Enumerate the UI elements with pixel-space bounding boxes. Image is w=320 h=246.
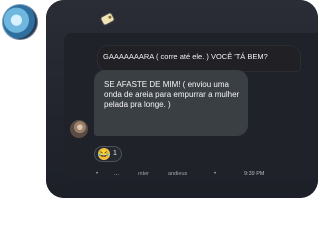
incoming-avatar <box>70 120 88 138</box>
message-time: 9:39 PM <box>244 171 265 177</box>
meta-dot: • <box>96 171 99 177</box>
message-meta-bar: • ... ınter andieus • 9:39 PM <box>96 169 294 179</box>
reaction-chip[interactable]: 😂 1 <box>94 146 122 162</box>
meta-separator: • <box>214 171 217 177</box>
reaction-count: 1 <box>113 150 117 157</box>
incoming-message-text: SE AFASTE DE MIM! ( enviou uma onda de a… <box>104 80 240 109</box>
incoming-message: SE AFASTE DE MIM! ( enviou uma onda de a… <box>94 70 248 136</box>
laughing-emoji-icon: 😂 <box>98 148 110 160</box>
chat-screenshot: GAAAAAAARA ( corre até ele. ) VOCÊ 'TÁ B… <box>0 0 320 246</box>
meta-ellipsis: ... <box>114 171 120 177</box>
profile-avatar <box>2 4 38 40</box>
outgoing-message-text: GAAAAAAARA ( corre até ele. ) VOCÊ 'TÁ B… <box>103 52 268 61</box>
meta-left-label: ınter <box>138 171 150 177</box>
meta-middle-label: andieus <box>168 171 188 177</box>
outgoing-message: GAAAAAAARA ( corre até ele. ) VOCÊ 'TÁ B… <box>98 46 300 71</box>
chat-card: GAAAAAAARA ( corre até ele. ) VOCÊ 'TÁ B… <box>46 0 318 198</box>
